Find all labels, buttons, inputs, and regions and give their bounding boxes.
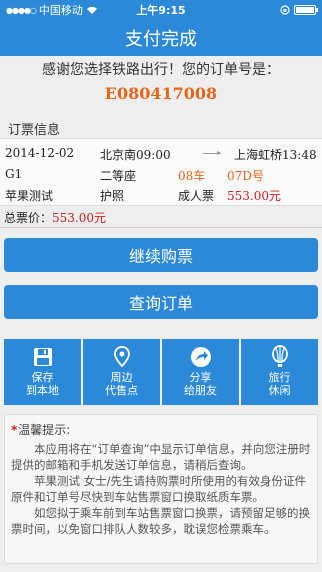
- balloon-icon: [271, 345, 288, 367]
- total-value: 553.00元: [52, 211, 107, 225]
- departure-station: 北京南09:00: [100, 148, 171, 162]
- action-label: 代售点: [105, 384, 138, 397]
- share-button[interactable]: 分享 给朋友: [162, 339, 239, 405]
- arrow-right-icon: [203, 151, 221, 155]
- tips-paragraph: 苹果测试 女士/先生请持购票时所使用的有效身份证件原件和订单号尽快到车站售票窗口…: [11, 474, 307, 504]
- tips-paragraph: 本应用将在“订单查询”中显示订单信息，并向您注册时提供的邮箱和手机发送订单信息，…: [11, 442, 311, 472]
- battery-icon: [294, 5, 318, 15]
- tips-box: *温馨提示: 本应用将在“订单查询”中显示订单信息，并向您注册时提供的邮箱和手机…: [4, 414, 318, 564]
- nav-bar: 支付完成: [0, 20, 322, 56]
- fare: 553.00元: [227, 189, 281, 203]
- ticket-card: 2014-12-02 北京南09:00 上海虹桥13:48 G1 二等座 08车…: [0, 138, 322, 206]
- ticket-type: 成人票: [178, 189, 215, 203]
- share-icon: [190, 347, 211, 367]
- tips-title: *温馨提示:: [11, 421, 311, 438]
- action-bar: 保存 到本地 周边 代售点 分享 给朋友 旅行 休闲: [4, 339, 318, 405]
- id-type: 护照: [100, 189, 125, 203]
- travel-leisure-button[interactable]: 旅行 休闲: [241, 339, 318, 405]
- status-bar: ●●●●○ 中国移动 上午9:15: [0, 0, 322, 20]
- tips-paragraph: 如您拟于乘车前到车站售票窗口换票，请预留足够的换票时间，以免窗口排队人数较多，耽…: [11, 506, 310, 536]
- action-label: 旅行: [268, 371, 291, 384]
- travel-date: 2014-12-02: [5, 146, 75, 160]
- page-title: 支付完成: [125, 29, 197, 50]
- asterisk-icon: *: [11, 423, 18, 437]
- save-local-button[interactable]: 保存 到本地: [4, 339, 81, 405]
- action-label: 休闲: [268, 384, 291, 397]
- section-title: 订票信息: [8, 123, 61, 138]
- save-icon: [33, 348, 52, 366]
- orientation-lock-icon: [280, 5, 290, 15]
- order-number: E080417008: [104, 84, 218, 103]
- total-label: 总票价：: [4, 211, 53, 225]
- train-number: G1: [5, 167, 23, 181]
- divider: [0, 227, 322, 228]
- continue-booking-button[interactable]: 继续购票: [4, 238, 318, 272]
- total-price: 总票价：553.00元: [4, 209, 106, 226]
- query-order-button[interactable]: 查询订单: [4, 285, 318, 319]
- thanks-message: 感谢您选择铁路出行！您的订单号是：: [42, 62, 280, 78]
- location-pin-icon: [113, 346, 130, 368]
- action-label: 保存: [31, 371, 54, 384]
- tips-title-text: 温馨提示:: [18, 423, 71, 437]
- clock: 上午9:15: [136, 4, 186, 17]
- arrival-station: 上海虹桥13:48: [234, 148, 317, 162]
- passenger-name: 苹果测试: [5, 189, 54, 203]
- car-number: 08车: [178, 169, 206, 183]
- seat-number: 07D号: [227, 169, 264, 183]
- nearby-agents-button[interactable]: 周边 代售点: [83, 339, 160, 405]
- action-label: 周边: [110, 371, 133, 384]
- action-label: 分享: [189, 371, 212, 384]
- seat-class: 二等座: [100, 169, 137, 183]
- action-label: 给朋友: [184, 384, 217, 397]
- action-label: 到本地: [26, 384, 59, 397]
